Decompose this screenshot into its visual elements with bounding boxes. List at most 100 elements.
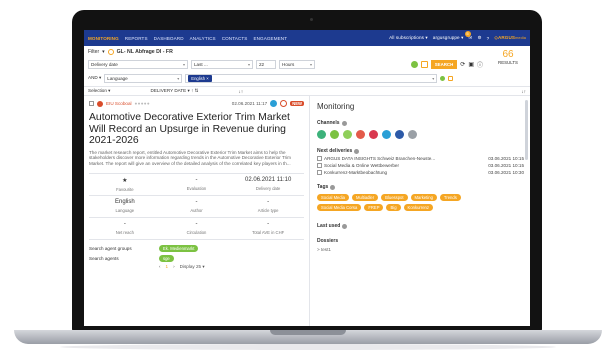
tag-chip[interactable]: FREP	[364, 204, 384, 211]
filter-row-date: Delivery date ▾ Last ... ▾ 22 Hours ▾ SEARC…	[84, 58, 530, 70]
channel-online-icon[interactable]	[330, 130, 339, 139]
dossier-item[interactable]: > test1	[317, 247, 524, 252]
source-name[interactable]: EIU Scoboal	[106, 101, 132, 106]
filter-settings-icon[interactable]	[107, 49, 114, 55]
remove-filter-icon[interactable]	[448, 75, 454, 81]
settings-icon[interactable]: ⚙	[477, 35, 481, 41]
sort-dropdown[interactable]: DELIVERY DATE ▾ ↑ ⇅	[151, 88, 199, 94]
tag-chip[interactable]: Konkurrenz	[403, 204, 433, 211]
prev-page-icon[interactable]: ‹	[159, 264, 161, 269]
nav-monitoring[interactable]: MONITORING	[88, 36, 119, 41]
delivery-checkbox[interactable]	[317, 163, 322, 168]
cell-label: Article type	[257, 208, 279, 214]
info-icon[interactable]: ⓘ	[477, 60, 483, 69]
save-icon[interactable]: ▣	[468, 61, 474, 68]
current-page[interactable]: 1	[166, 264, 169, 269]
delivery-item[interactable]: ARGUS DATA INSIGHTS Schweiz Branchen-Neu…	[317, 156, 524, 161]
channel-facebook-icon[interactable]	[395, 130, 404, 139]
tag-icon[interactable]	[280, 100, 288, 107]
nav-reports[interactable]: REPORTS	[125, 36, 148, 41]
range-select[interactable]: Last ... ▾	[191, 59, 253, 69]
help-icon[interactable]: ?	[487, 36, 490, 41]
date-field-select[interactable]: Delivery date ▾	[88, 59, 188, 69]
page-size-select[interactable]: Display 25 ▾	[180, 264, 205, 270]
selection-dropdown[interactable]: Selection ▾	[88, 88, 111, 94]
info-icon[interactable]	[330, 184, 336, 190]
article-card: EIU Scoboal ●●●●● 02.06.2021 11:17 NEW A…	[84, 96, 310, 326]
panel-scrollbar[interactable]	[525, 100, 528, 160]
article-headline[interactable]: Automotive Decorative Exterior Trim Mark…	[89, 112, 304, 147]
info-icon[interactable]	[342, 223, 348, 229]
cell-label: Favourite	[116, 186, 134, 192]
tag-chip[interactable]: Marketing	[410, 194, 437, 201]
delivery-name: ARGUS DATA INSIGHTS Schweiz Branchen-Neu…	[324, 156, 436, 161]
info-icon[interactable]	[341, 120, 347, 126]
agent-group-tag[interactable]: Ek. Medienmarkt	[159, 244, 199, 252]
app-screen: MONITORING REPORTS DASHBOARD ANALYTICS C…	[84, 30, 530, 326]
amount-value: 22	[259, 61, 265, 67]
favourite-cell[interactable]: ★ Favourite	[89, 174, 161, 196]
channel-other-icon[interactable]	[408, 130, 417, 139]
sort-toggle-icon[interactable]: ↓↑	[239, 89, 244, 94]
operator-select[interactable]: AND ▾	[88, 75, 101, 81]
sort-toggle-icon[interactable]: ↓↑	[521, 89, 526, 94]
search-button[interactable]: SEARCH	[430, 59, 458, 69]
language-value-select[interactable]: English × ▾	[185, 73, 438, 83]
channels-label: Channels	[317, 120, 340, 126]
delivery-item[interactable]: Social Media & Online Wettbewerber 03.06.…	[317, 163, 524, 168]
laptop-notch	[270, 330, 346, 335]
filter-chevron-icon[interactable]: ▾	[102, 49, 105, 55]
cell-value: -	[195, 221, 198, 228]
add-filter-icon[interactable]	[410, 60, 418, 68]
subscriptions-dropdown[interactable]: All subscriptions ▾	[389, 35, 428, 41]
language-field-select[interactable]: Language ▾	[104, 73, 183, 83]
cell-value: -	[195, 177, 198, 184]
next-page-icon[interactable]: ›	[173, 264, 175, 269]
channel-tv-icon[interactable]	[356, 130, 365, 139]
tag-chip[interactable]: Social Media Corsa	[317, 204, 362, 211]
filter-toggle[interactable]: Filter	[88, 49, 99, 55]
net-reach-cell: - Net reach	[89, 218, 161, 240]
tag-chip[interactable]: Big	[386, 204, 401, 211]
tag-chip[interactable]: Bluesspot	[381, 194, 408, 201]
amount-input[interactable]: 22	[256, 59, 276, 69]
dossiers-label: Dossiers	[317, 238, 339, 244]
channel-instagram-icon[interactable]	[369, 130, 378, 139]
info-icon[interactable]	[354, 148, 360, 154]
delivery-checkbox[interactable]	[317, 156, 322, 161]
tag-chip[interactable]: Trends	[439, 194, 461, 201]
agent-tag[interactable]: sge	[159, 254, 174, 262]
notifications-icon[interactable]: ✉ 5	[464, 31, 473, 41]
tag-chip[interactable]: Multiadler	[351, 194, 379, 201]
nav-engagement[interactable]: ENGAGEMENT	[253, 36, 287, 41]
favourite-star-icon[interactable]: ★	[122, 177, 127, 184]
refresh-icon[interactable]: ⟳	[460, 61, 465, 68]
channel-radio-icon[interactable]	[343, 130, 352, 139]
nav-dashboard[interactable]: DASHBOARD	[154, 36, 184, 41]
agents-label: Search agents	[89, 255, 119, 261]
nav-contacts[interactable]: CONTACTS	[222, 36, 248, 41]
results-count: 66	[502, 49, 514, 60]
subscriptions-label: All subscriptions	[389, 35, 424, 40]
channel-twitter-icon[interactable]	[382, 130, 391, 139]
user-dropdown[interactable]: argusgruppe ▾	[433, 35, 464, 41]
language-cell: English Language	[89, 196, 161, 218]
language-chip[interactable]: English ×	[188, 74, 212, 82]
nav-analytics[interactable]: ANALYTICS	[190, 36, 216, 41]
delivery-item[interactable]: Konkurrenz-Marktbeobachtung 03.06.2021 10…	[317, 170, 524, 175]
content-columns: EIU Scoboal ●●●●● 02.06.2021 11:17 NEW A…	[84, 96, 530, 326]
share-icon[interactable]	[270, 100, 278, 107]
cell-label: Language	[115, 208, 135, 214]
tag-chip[interactable]: Social Media	[317, 194, 349, 201]
add-filter-icon[interactable]	[440, 75, 446, 81]
delivery-time: 03.06.2021 10:15	[488, 163, 524, 168]
channel-print-icon[interactable]	[317, 130, 326, 139]
delivery-checkbox[interactable]	[317, 170, 322, 175]
filter-row-language: AND ▾ Language ▾ English × ▾	[84, 72, 530, 84]
article-checkbox[interactable]	[89, 101, 94, 106]
remove-filter-icon[interactable]	[420, 60, 428, 68]
unit-select[interactable]: Hours ▾	[279, 59, 315, 69]
sort-label: DELIVERY DATE	[150, 88, 187, 93]
evaluation-cell[interactable]: - Evaluation	[160, 174, 233, 196]
chevron-down-icon: ▾	[309, 61, 312, 67]
